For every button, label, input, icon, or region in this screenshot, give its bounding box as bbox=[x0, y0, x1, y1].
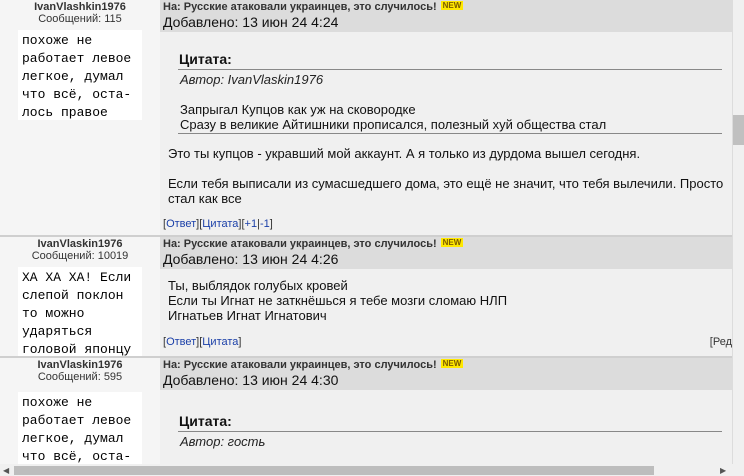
quote-divider bbox=[178, 69, 722, 70]
edit-link[interactable]: [Ред bbox=[710, 336, 732, 348]
post-content: На: Русские атаковали украинцев, это слу… bbox=[160, 237, 732, 356]
post-count: Сообщений: 10019 bbox=[31, 250, 129, 262]
post-count: Сообщений: 115 bbox=[38, 13, 122, 25]
post: IvanVlashkin1976 Сообщений: 115 похоже н… bbox=[0, 0, 732, 235]
vertical-scrollbar[interactable] bbox=[732, 0, 744, 464]
post-topic: На: Русские атаковали украинцев, это слу… bbox=[163, 238, 464, 250]
post-header: На: Русские атаковали украинцев, это слу… bbox=[160, 237, 732, 269]
quote-title: Цитата: bbox=[179, 413, 232, 429]
quote-link[interactable]: Цитата bbox=[202, 336, 238, 348]
post-header: На: Русские атаковали украинцев, это слу… bbox=[160, 358, 732, 390]
post-content: На: Русские атаковали украинцев, это слу… bbox=[160, 358, 732, 464]
author-panel: IvanVlashkin1976 Сообщений: 115 похоже н… bbox=[0, 0, 160, 235]
post-topic: На: Русские атаковали украинцев, это слу… bbox=[163, 359, 464, 371]
new-badge: NEW bbox=[440, 359, 464, 368]
user-status: ХА ХА ХА! Если слепой поклон то можно уд… bbox=[18, 267, 142, 357]
quote-link[interactable]: Цитата bbox=[202, 218, 238, 230]
new-badge: NEW bbox=[440, 238, 464, 247]
quote-author: Автор: гость bbox=[180, 434, 266, 449]
post-date: Добавлено: 13 июн 24 4:24 bbox=[163, 14, 339, 30]
reply-link[interactable]: Ответ bbox=[166, 218, 196, 230]
post-date: Добавлено: 13 июн 24 4:26 bbox=[163, 251, 339, 267]
minus-one-link[interactable]: -1 bbox=[260, 218, 270, 230]
user-status: похоже не работает левое легкое, думал ч… bbox=[18, 30, 142, 120]
author-panel: IvanVlaskin1976 Сообщений: 10019 ХА ХА Х… bbox=[0, 237, 160, 357]
post: IvanVlaskin1976 Сообщений: 595 похоже не… bbox=[0, 358, 732, 468]
post-header: На: Русские атаковали украинцев, это слу… bbox=[160, 0, 732, 32]
quote-title: Цитата: bbox=[179, 51, 232, 67]
reply-link[interactable]: Ответ bbox=[166, 336, 196, 348]
new-badge: NEW bbox=[440, 1, 464, 10]
scroll-left-arrow-icon[interactable]: ◀ bbox=[3, 466, 9, 475]
horizontal-scroll-thumb[interactable] bbox=[14, 466, 654, 475]
plus-one-link[interactable]: +1 bbox=[245, 218, 258, 230]
post: IvanVlaskin1976 Сообщений: 10019 ХА ХА Х… bbox=[0, 237, 732, 357]
scroll-right-arrow-icon[interactable]: ▶ bbox=[720, 466, 726, 475]
post-body: Ты, выблядок голубых кровей Если ты Игна… bbox=[168, 278, 508, 323]
post-content: На: Русские атаковали украинцев, это слу… bbox=[160, 0, 732, 235]
author-name[interactable]: IvanVlashkin1976 bbox=[0, 1, 160, 13]
vertical-scroll-thumb[interactable] bbox=[733, 115, 744, 145]
post-actions: [Ответ][Цитата][+1|-1] bbox=[163, 218, 273, 230]
author-name[interactable]: IvanVlaskin1976 bbox=[0, 238, 160, 250]
quote-author: Автор: IvanVlaskin1976 bbox=[180, 72, 324, 87]
quote-text: Запрыгал Купцов как уж на сковородке Сра… bbox=[180, 102, 607, 132]
post-count: Сообщений: 595 bbox=[37, 371, 123, 383]
post-actions: [Ответ][Цитата] bbox=[163, 336, 242, 348]
author-name[interactable]: IvanVlaskin1976 bbox=[0, 359, 160, 371]
quote-divider bbox=[178, 431, 722, 432]
author-panel: IvanVlaskin1976 Сообщений: 595 похоже не… bbox=[0, 358, 160, 468]
post-date: Добавлено: 13 июн 24 4:30 bbox=[163, 372, 339, 388]
quote-divider bbox=[178, 133, 722, 134]
user-status: похоже не работает левое легкое, думал ч… bbox=[18, 392, 142, 468]
post-body: Это ты купцов - укравший мой аккаунт. А … bbox=[168, 146, 724, 206]
post-topic: На: Русские атаковали украинцев, это слу… bbox=[163, 1, 464, 13]
